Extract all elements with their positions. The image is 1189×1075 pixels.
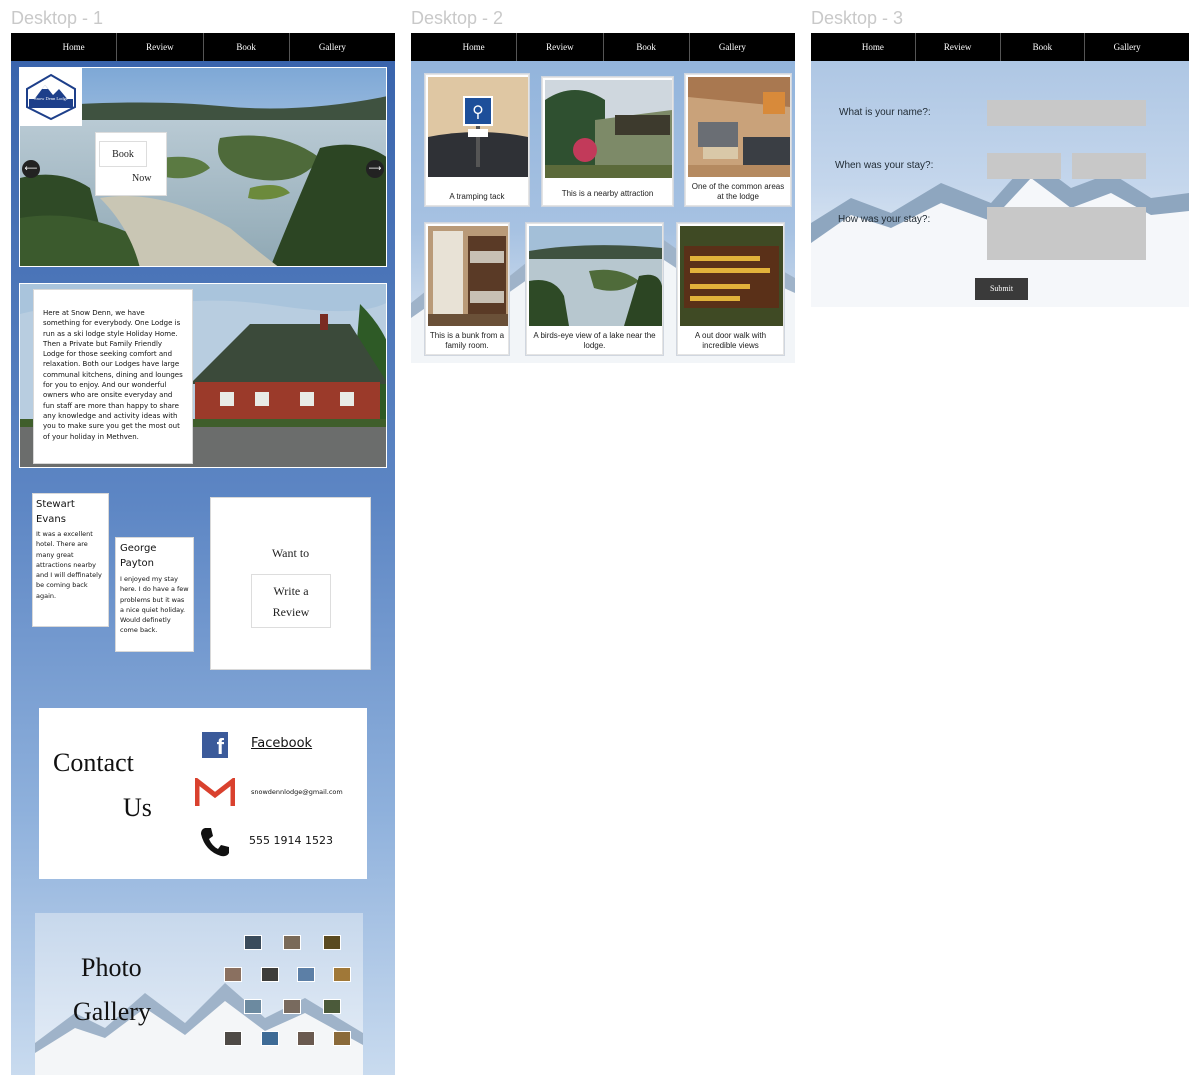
gallery-caption: This is a bunk from a family room.	[429, 331, 505, 350]
phone-number[interactable]: 555 1914 1523	[249, 834, 333, 847]
gallery-section: Photo Gallery	[35, 913, 363, 1075]
gallery-thumb[interactable]	[261, 1031, 279, 1046]
nav-home[interactable]: Home	[831, 33, 915, 61]
gallery-caption: One of the common areas at the lodge	[691, 182, 785, 201]
gallery-card[interactable]: One of the common areas at the lodge	[685, 74, 791, 206]
name-label: What is your name?:	[839, 107, 931, 118]
gallery-card[interactable]: ⚲ A tramping tack	[425, 74, 529, 206]
gallery-thumb[interactable]	[244, 935, 262, 950]
walking-sign-image: ⚲	[428, 77, 528, 177]
nav-review[interactable]: Review	[116, 33, 202, 61]
frame-label-desktop-1: Desktop - 1	[11, 8, 104, 28]
arrow-left-icon: ⟵	[24, 164, 38, 174]
top-nav: Home Review Book Gallery	[811, 33, 1189, 61]
gallery-thumb[interactable]	[297, 967, 315, 982]
gmail-icon[interactable]	[195, 778, 235, 808]
artboard-gallery: Home Review Book Gallery ⚲ A tramping ta…	[411, 33, 795, 363]
artboard-review: Home Review Book Gallery What is your na…	[811, 33, 1189, 307]
hero-image: Snow Denn Lodge Book Now ⟵ ⟶	[19, 67, 387, 267]
frame-label-desktop-2: Desktop - 2	[411, 8, 504, 28]
lodge-logo[interactable]: Snow Denn Lodge	[20, 68, 82, 126]
write-review-card: Want to Write a Review	[210, 497, 371, 670]
gallery-thumb[interactable]	[261, 967, 279, 982]
gallery-thumb[interactable]	[224, 1031, 242, 1046]
garden-attraction-image	[545, 80, 672, 178]
write-review-button[interactable]: Write a Review	[251, 574, 331, 628]
about-card: Here at Snow Denn, we have something for…	[33, 289, 193, 464]
gallery-thumb[interactable]	[333, 967, 351, 982]
nav-book[interactable]: Book	[999, 33, 1085, 61]
gallery-thumb[interactable]	[244, 999, 262, 1014]
book-now-card[interactable]: Book Now	[95, 132, 167, 196]
nav-gallery[interactable]: Gallery	[1084, 33, 1169, 61]
gallery-card[interactable]: This is a bunk from a family room.	[425, 223, 509, 355]
gallery-caption: This is a nearby attraction	[561, 189, 654, 198]
arrow-right-icon: ⟶	[368, 164, 382, 174]
gallery-card[interactable]: A birds-eye view of a lake near the lodg…	[526, 223, 663, 355]
logo-text: Snow Denn Lodge	[34, 96, 68, 101]
book-now-button[interactable]: Book	[99, 141, 147, 167]
nav-gallery[interactable]: Gallery	[688, 33, 775, 61]
lake-view-image	[529, 226, 662, 326]
email-text[interactable]: snowdennlodge@gmail.com	[251, 788, 343, 796]
gallery-thumb[interactable]	[297, 1031, 315, 1046]
name-input[interactable]	[987, 100, 1146, 126]
about-text: Here at Snow Denn, we have something for…	[43, 309, 183, 441]
gallery-thumb[interactable]	[283, 999, 301, 1014]
gallery-card[interactable]: This is a nearby attraction	[542, 77, 673, 206]
gallery-card[interactable]: A out door walk with incredible views	[677, 223, 784, 355]
gallery-thumb[interactable]	[224, 967, 242, 982]
carousel-next-button[interactable]: ⟶	[366, 160, 384, 178]
reviewer-name: George Payton	[120, 543, 157, 569]
top-nav: Home Review Book Gallery	[411, 33, 795, 61]
contact-card: Contact Us f Facebook snowdennlodge@gmai…	[39, 708, 367, 879]
gallery-caption: A out door walk with incredible views	[694, 331, 767, 350]
stay-date-input-end[interactable]	[1072, 153, 1146, 179]
nav-home[interactable]: Home	[31, 33, 116, 61]
nav-book[interactable]: Book	[602, 33, 689, 61]
lodge-photo: Here at Snow Denn, we have something for…	[19, 283, 387, 468]
gallery-caption: A tramping tack	[449, 192, 505, 201]
svg-text:⚲: ⚲	[472, 102, 484, 121]
review-text: I enjoyed my stay here. I do have a few …	[120, 575, 189, 635]
book-now-label: Now	[132, 173, 152, 184]
facebook-icon[interactable]: f	[202, 732, 228, 759]
carousel-prev-button[interactable]: ⟵	[22, 160, 40, 178]
artboard-home: Home Review Book Gallery Snow Denn Lodge…	[11, 33, 395, 1075]
stay-review-label: How was your stay?:	[838, 214, 931, 225]
gallery-heading-1: Photo	[81, 953, 142, 982]
contact-heading-2: Us	[123, 793, 152, 822]
review-card: George Payton I enjoyed my stay here. I …	[115, 537, 194, 652]
reviewer-name: Stewart Evans	[36, 499, 75, 525]
phone-icon[interactable]	[199, 826, 231, 858]
gallery-thumb[interactable]	[333, 1031, 351, 1046]
facebook-link[interactable]: Facebook	[251, 736, 312, 751]
nav-home[interactable]: Home	[431, 33, 516, 61]
gallery-thumb[interactable]	[323, 999, 341, 1014]
stay-date-input-start[interactable]	[987, 153, 1061, 179]
review-text: It was a excellent hotel. There are many…	[36, 530, 102, 600]
frame-label-desktop-3: Desktop - 3	[811, 8, 904, 28]
gallery-caption: A birds-eye view of a lake near the lodg…	[533, 331, 656, 350]
gallery-heading-2: Gallery	[73, 997, 151, 1026]
nav-book[interactable]: Book	[202, 33, 289, 61]
gallery-thumb[interactable]	[283, 935, 301, 950]
bunk-bed-image	[428, 226, 508, 326]
review-card: Stewart Evans It was a excellent hotel. …	[32, 493, 109, 627]
contact-heading-1: Contact	[53, 748, 134, 777]
lounge-image	[688, 77, 790, 177]
want-to-label: Want to	[271, 546, 310, 560]
trail-sign-image	[680, 226, 783, 326]
nav-review[interactable]: Review	[914, 33, 1000, 61]
top-nav: Home Review Book Gallery	[11, 33, 395, 61]
stay-date-label: When was your stay?:	[835, 160, 934, 171]
submit-button[interactable]: Submit	[975, 278, 1028, 300]
nav-review[interactable]: Review	[516, 33, 602, 61]
stay-review-textarea[interactable]	[987, 207, 1146, 260]
nav-gallery[interactable]: Gallery	[288, 33, 375, 61]
gallery-thumb[interactable]	[323, 935, 341, 950]
